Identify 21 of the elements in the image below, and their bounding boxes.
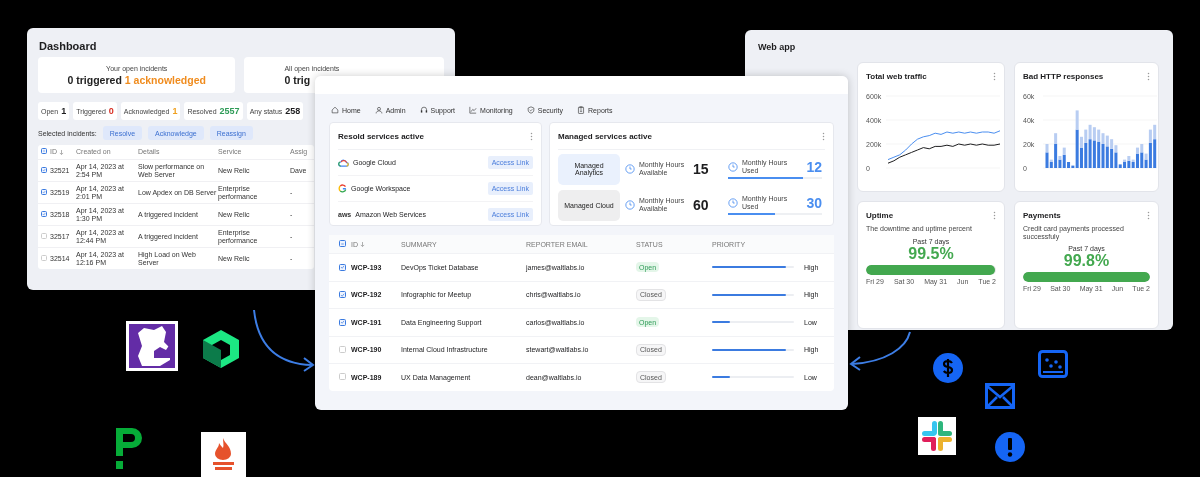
incident-count: 1 acknowledged xyxy=(124,73,206,86)
hours-value: 60 xyxy=(693,197,709,213)
incident-count: 0 triggered xyxy=(67,73,122,86)
incident-count: 0 trig xyxy=(284,73,311,86)
status-count: 2557 xyxy=(219,106,240,116)
hours-value: 15 xyxy=(693,161,709,177)
card-title: Total web traffic xyxy=(866,72,927,81)
card-title: Bad HTTP responses xyxy=(1023,72,1104,81)
status-count: 0 xyxy=(108,106,114,116)
hours-value: 12 xyxy=(806,159,822,176)
window-title: Dashboard xyxy=(39,40,98,52)
window-title: Web app xyxy=(758,42,797,54)
status-count: 1 xyxy=(172,106,178,116)
card-title: Managed services active xyxy=(558,131,652,141)
status-count: 1 xyxy=(61,106,67,116)
card-title: Payments xyxy=(1023,211,1061,220)
percent-value: 99.8% xyxy=(1062,252,1111,271)
status-count: 258 xyxy=(285,106,301,116)
hours-value: 30 xyxy=(806,195,822,212)
card-title: Resold services active xyxy=(338,131,424,141)
card-title: Uptime xyxy=(866,211,894,220)
